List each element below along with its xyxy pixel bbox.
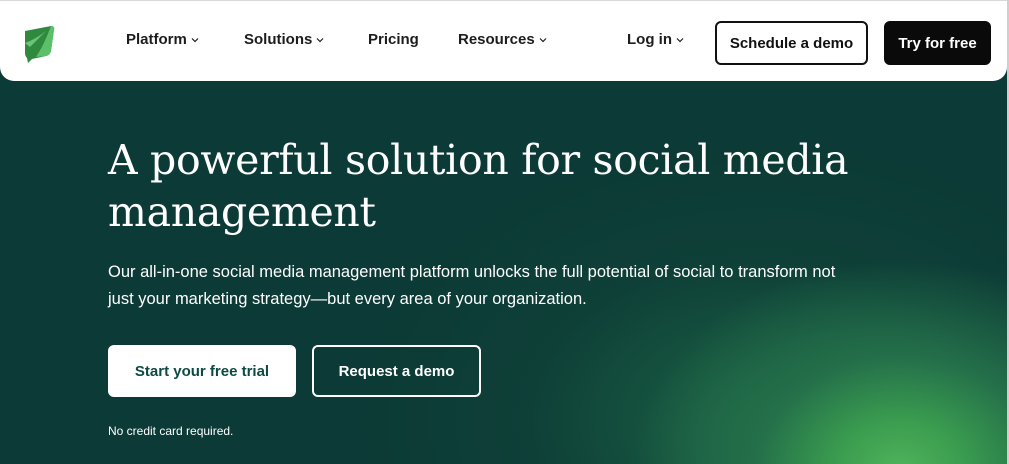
nav-platform[interactable]: Platform [126,31,199,48]
hero-subtext: Our all-in-one social media management p… [108,259,908,313]
sprout-logo-icon[interactable] [22,25,56,63]
nav-login[interactable]: Log in [627,31,684,48]
hero-headline: A powerful solution for social media man… [108,134,908,238]
hero-headline-line1: A powerful solution for social media [108,136,849,184]
nav-pricing-label: Pricing [368,31,419,48]
nav-resources[interactable]: Resources [458,31,547,48]
schedule-demo-button[interactable]: Schedule a demo [715,21,868,65]
top-navbar: Platform Solutions Pricing Resources Log… [0,0,1007,81]
nav-pricing[interactable]: Pricing [368,31,419,48]
chevron-down-icon [676,37,684,42]
try-for-free-button[interactable]: Try for free [884,21,991,65]
nav-solutions-label: Solutions [244,31,313,48]
hero-subtext-line2: just your marketing strategy—but every a… [108,290,587,308]
chevron-down-icon [316,37,324,42]
nav-solutions[interactable]: Solutions [244,31,324,48]
hero-subtext-line1: Our all-in-one social media management p… [108,263,836,281]
chevron-down-icon [539,37,547,42]
nav-login-label: Log in [627,31,672,48]
nav-resources-label: Resources [458,31,535,48]
chevron-down-icon [191,37,199,42]
request-demo-button[interactable]: Request a demo [312,345,481,397]
start-free-trial-button[interactable]: Start your free trial [108,345,296,397]
nav-platform-label: Platform [126,31,187,48]
hero-headline-line2: management [108,188,376,236]
no-credit-card-note: No credit card required. [108,424,234,438]
